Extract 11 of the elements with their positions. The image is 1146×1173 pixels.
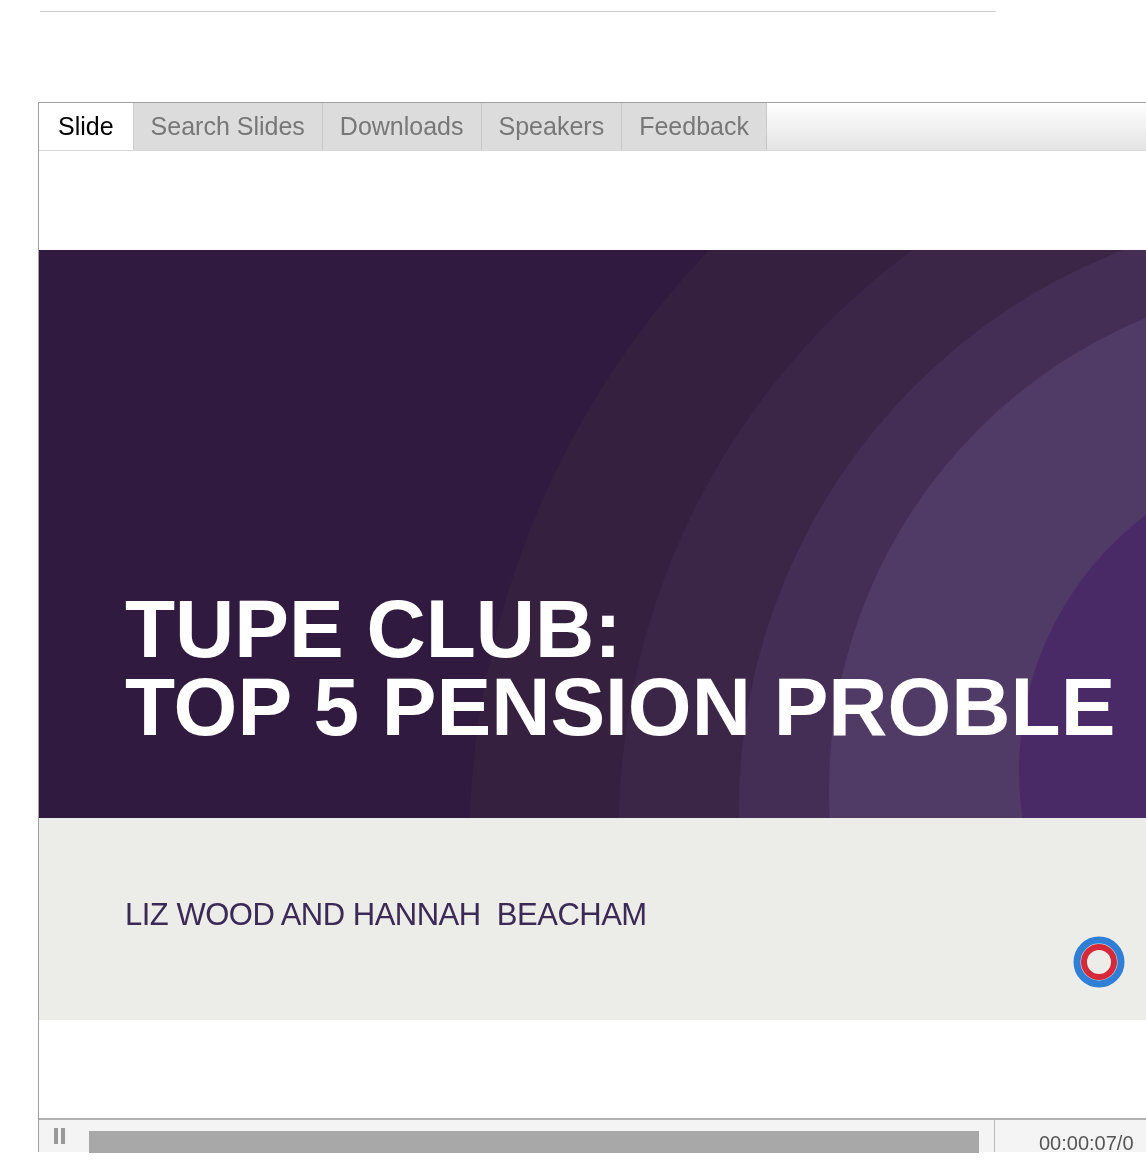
tab[interactable]: Speakers xyxy=(481,103,623,150)
tab[interactable]: Search Slides xyxy=(133,103,323,150)
slide-title: TOP 5 PENSION PROBLE xyxy=(125,668,1116,746)
tab[interactable]: Downloads xyxy=(322,103,482,150)
tab[interactable]: Feedback xyxy=(622,103,767,150)
progress-track[interactable] xyxy=(89,1131,979,1153)
tab[interactable]: Slide xyxy=(39,103,134,150)
ring-logo-icon xyxy=(1073,936,1125,988)
time-display: 00:00:07/0 xyxy=(1039,1131,1134,1156)
slide-title: TUPE CLUB: xyxy=(125,590,623,668)
presenter-names: LIZ WOOD AND HANNAH BEACHAM xyxy=(125,896,647,934)
